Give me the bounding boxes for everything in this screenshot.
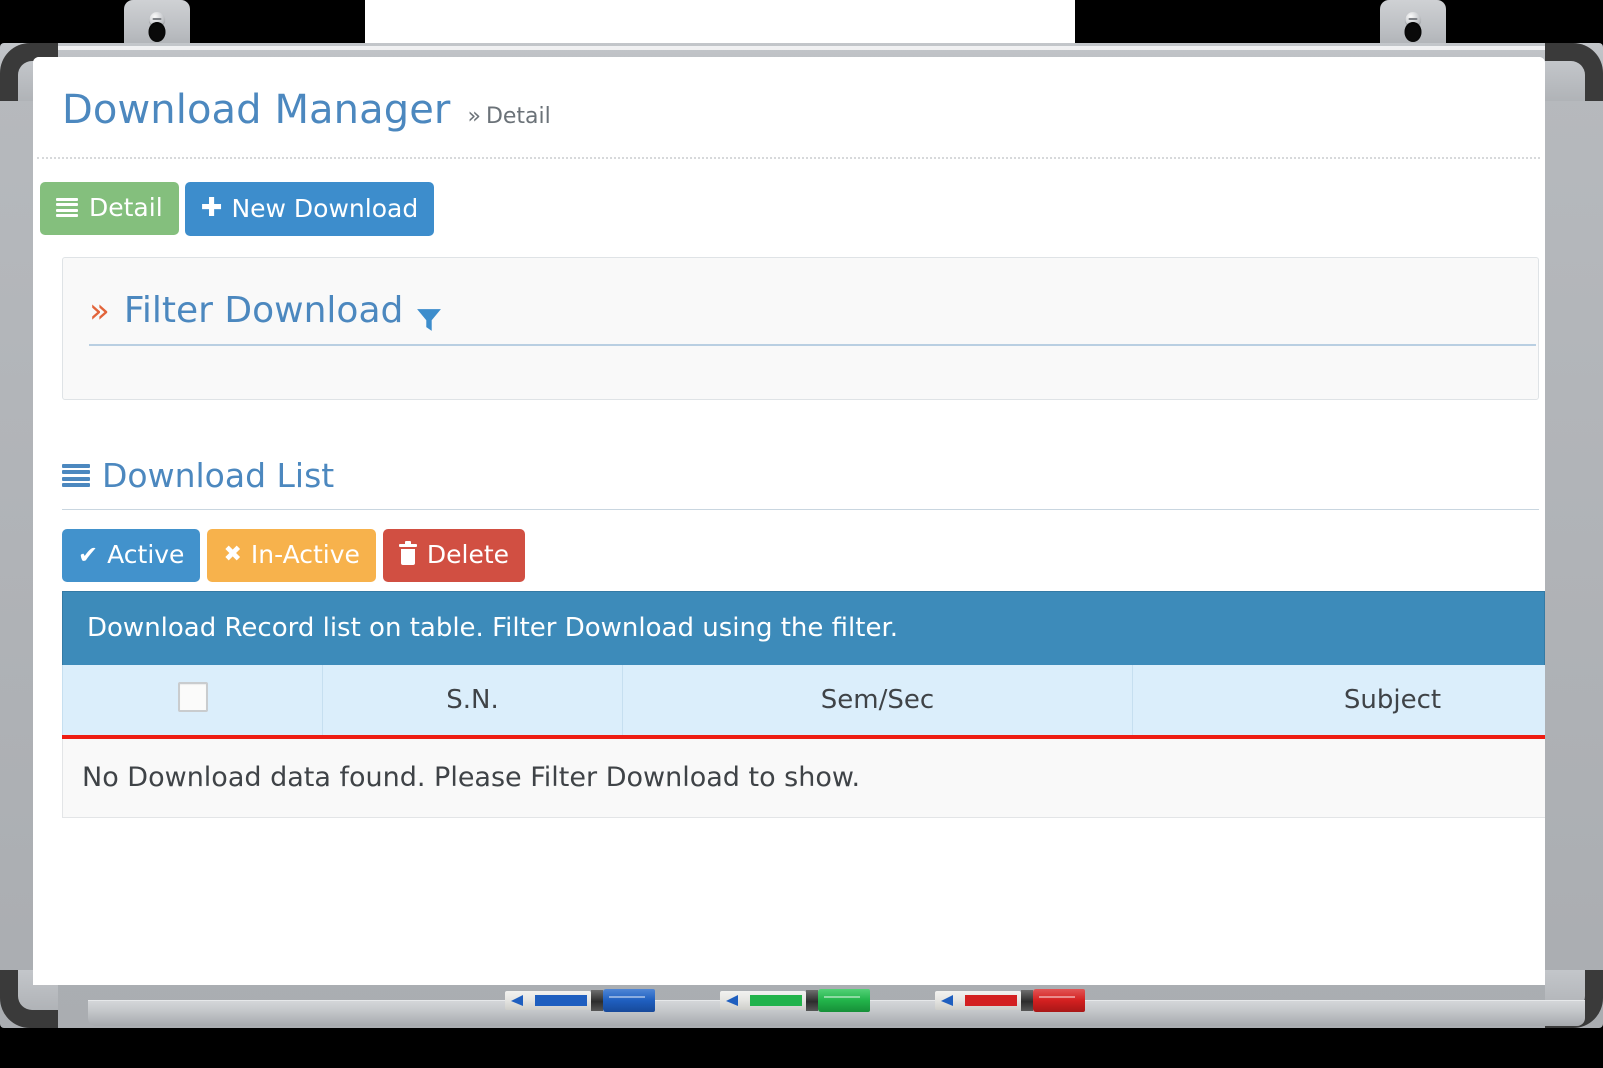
list-icon: [62, 464, 90, 487]
filter-chevron-icon: »: [89, 290, 110, 331]
delete-button-label: Delete: [426, 540, 510, 569]
new-download-button-label: New Download: [231, 193, 419, 223]
download-table: S.N. Sem/Sec Subject No Download data fo…: [62, 665, 1545, 818]
table-header-sn[interactable]: S.N.: [322, 665, 623, 739]
whiteboard-surface: Download Manager » Detail Detail ✚ New Do…: [33, 57, 1545, 985]
whiteboard-frame: Download Manager » Detail Detail ✚ New Do…: [0, 43, 1603, 1028]
hanger-slot: [148, 22, 166, 42]
table-header-semsec[interactable]: Sem/Sec: [622, 665, 1133, 739]
active-button[interactable]: ✔ Active: [62, 529, 201, 582]
wall-hanger-right: [1380, 0, 1446, 48]
detail-button[interactable]: Detail: [40, 182, 179, 235]
breadcrumb-current: Detail: [485, 104, 551, 129]
list-icon: [56, 198, 78, 217]
green-marker[interactable]: [720, 986, 870, 1014]
download-list-heading: Download List: [62, 456, 1539, 510]
filter-download-header[interactable]: » Filter Download: [89, 290, 1536, 346]
table-header-subject[interactable]: Subject: [1132, 665, 1545, 739]
filter-download-title: Filter Download: [123, 290, 404, 331]
trash-icon: [398, 541, 417, 565]
hanger-slot: [1404, 22, 1422, 42]
check-icon: ✔: [78, 540, 99, 569]
download-list-title: Download List: [102, 456, 335, 495]
wall-backdrop: [365, 0, 1075, 46]
new-download-button[interactable]: ✚ New Download: [184, 182, 435, 236]
whiteboard-scene: Download Manager » Detail Detail ✚ New Do…: [0, 0, 1603, 1068]
page-header: Download Manager » Detail: [33, 57, 1545, 133]
active-button-label: Active: [107, 540, 185, 569]
page-title: Download Manager: [62, 87, 451, 133]
table-header-row: S.N. Sem/Sec Subject: [62, 665, 1545, 739]
funnel-icon: [416, 301, 442, 331]
plus-icon: ✚: [200, 193, 223, 223]
breadcrumb: » Detail: [467, 104, 550, 129]
list-action-bar: ✔ Active ✖ In-Active Delete: [33, 510, 1545, 582]
table-header-select: [62, 665, 323, 739]
inactive-button-label: In-Active: [250, 540, 360, 569]
wall-hanger-left: [124, 0, 190, 48]
delete-button[interactable]: Delete: [382, 529, 526, 582]
table-empty-row: No Download data found. Please Filter Do…: [62, 737, 1545, 818]
frame-corner-top-right: [1545, 43, 1603, 101]
inactive-button[interactable]: ✖ In-Active: [207, 529, 376, 582]
x-icon: ✖: [223, 541, 242, 567]
page-toolbar: Detail ✚ New Download: [33, 159, 1545, 236]
table-empty-message: No Download data found. Please Filter Do…: [62, 737, 1545, 818]
table-info-bar: Download Record list on table. Filter Do…: [62, 591, 1545, 665]
red-marker[interactable]: [935, 986, 1085, 1014]
breadcrumb-chevron-icon: »: [467, 104, 481, 129]
frame-highlight: [44, 46, 1559, 50]
detail-button-label: Detail: [89, 193, 163, 222]
blue-marker[interactable]: [505, 986, 655, 1014]
filter-download-panel[interactable]: » Filter Download: [62, 257, 1539, 400]
select-all-checkbox[interactable]: [177, 681, 208, 712]
download-manager-page: Download Manager » Detail Detail ✚ New Do…: [33, 57, 1545, 985]
